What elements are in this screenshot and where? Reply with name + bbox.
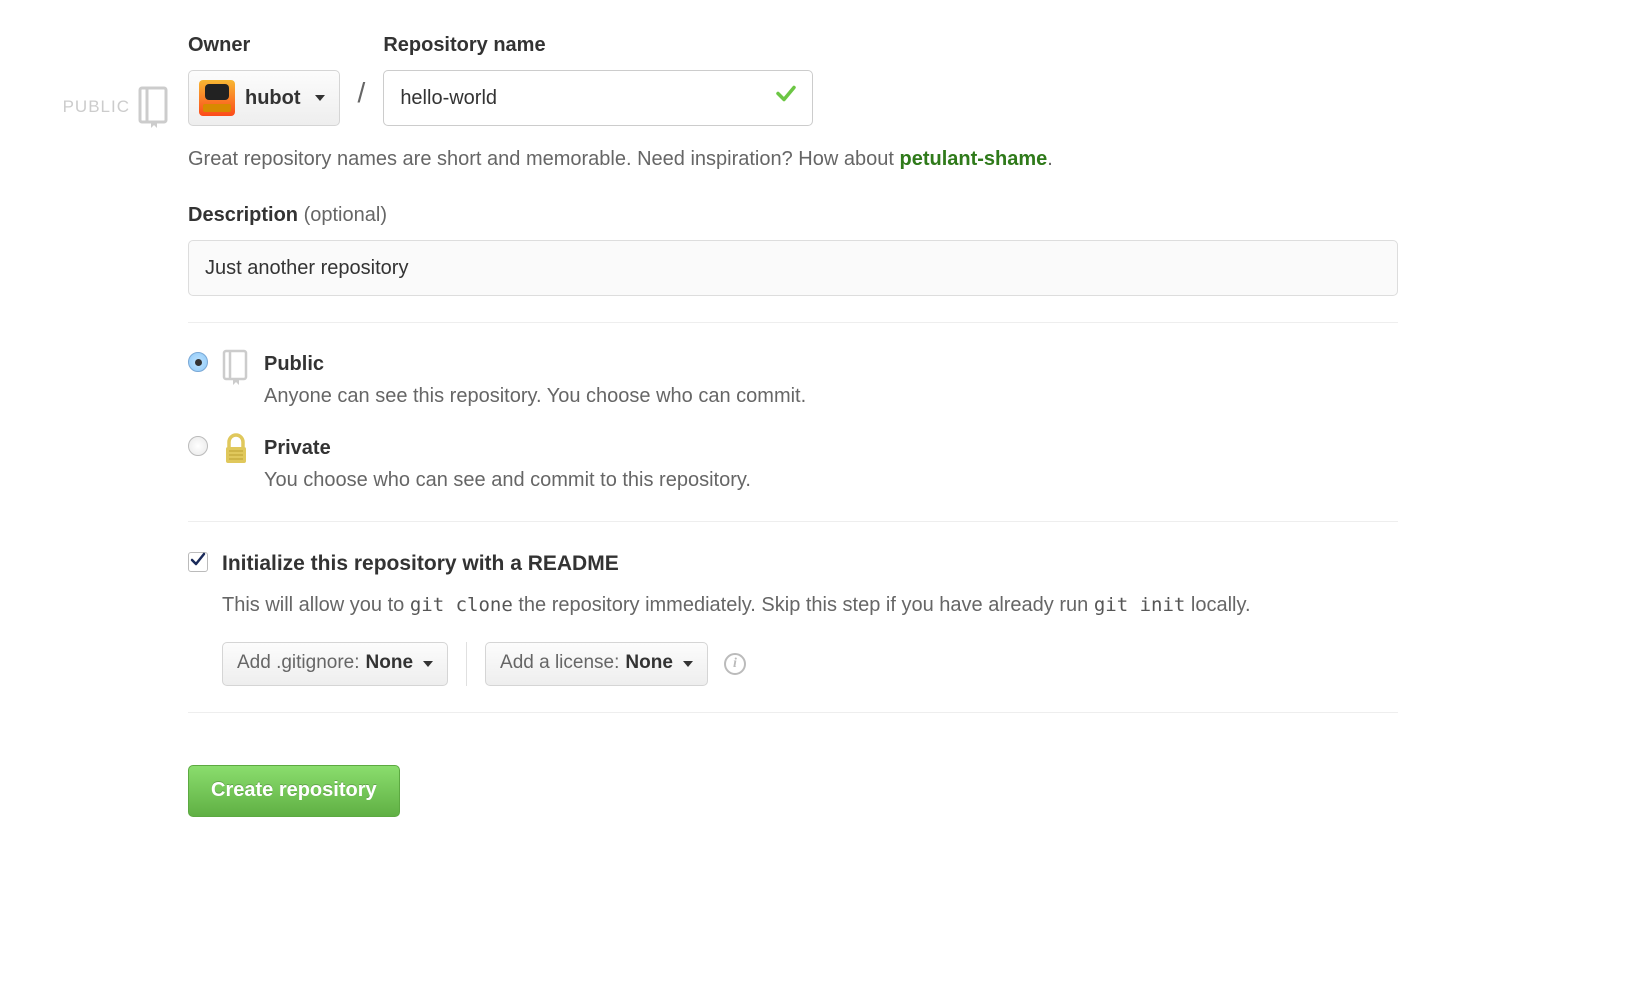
gitignore-value: None [366, 649, 414, 678]
repo-name-hint: Great repository names are short and mem… [188, 144, 1398, 174]
lock-icon [220, 433, 252, 465]
divider [188, 322, 1398, 323]
divider [188, 712, 1398, 713]
repo-name-input[interactable] [383, 70, 813, 126]
gitignore-label: Add .gitignore: [237, 649, 360, 678]
public-desc: Anyone can see this repository. You choo… [264, 381, 1398, 411]
chevron-down-icon [683, 661, 693, 667]
owner-avatar [199, 80, 235, 116]
owner-name: hubot [245, 83, 301, 113]
public-label-text: PUBLIC [63, 94, 130, 120]
check-icon [190, 547, 206, 577]
readme-desc: This will allow you to git clone the rep… [222, 590, 1398, 620]
private-desc: You choose who can see and commit to thi… [264, 465, 1398, 495]
license-label: Add a license: [500, 649, 619, 678]
private-title: Private [264, 433, 1398, 463]
license-select[interactable]: Add a license: None [485, 642, 708, 686]
chevron-down-icon [423, 661, 433, 667]
gitignore-select[interactable]: Add .gitignore: None [222, 642, 448, 686]
public-radio[interactable] [188, 352, 208, 372]
readme-title: Initialize this repository with a README [222, 548, 619, 580]
readme-checkbox-row[interactable]: Initialize this repository with a README [188, 548, 1398, 580]
hint-suffix: . [1047, 148, 1053, 170]
description-optional: (optional) [304, 204, 387, 226]
init-code: git init [1094, 594, 1186, 616]
vertical-divider [466, 642, 467, 686]
checkmark-icon [775, 83, 797, 114]
repo-name-label: Repository name [383, 30, 813, 60]
public-label-badge: PUBLIC [63, 86, 172, 128]
owner-select[interactable]: hubot [188, 70, 340, 126]
readme-checkbox[interactable] [188, 552, 208, 572]
license-value: None [625, 649, 673, 678]
clone-code: git clone [410, 594, 513, 616]
sidebar: PUBLIC [20, 30, 188, 817]
slash-separator: / [340, 72, 384, 126]
owner-field: Owner hubot [188, 30, 340, 126]
visibility-public-option[interactable]: Public Anyone can see this repository. Y… [188, 349, 1398, 411]
divider [188, 521, 1398, 522]
public-repo-icon [220, 349, 252, 385]
description-input[interactable] [188, 240, 1398, 296]
owner-label: Owner [188, 30, 340, 60]
name-suggestion-link[interactable]: petulant-shame [899, 148, 1047, 170]
repo-icon [138, 86, 172, 128]
chevron-down-icon [315, 95, 325, 101]
repo-name-field: Repository name [383, 30, 813, 126]
create-repository-button[interactable]: Create repository [188, 765, 400, 817]
info-icon[interactable]: i [724, 653, 746, 675]
private-radio[interactable] [188, 436, 208, 456]
visibility-private-option[interactable]: Private You choose who can see and commi… [188, 433, 1398, 495]
description-label: Description [188, 204, 298, 226]
main-form: Owner hubot / Repository name Grea [188, 30, 1398, 817]
hint-prefix: Great repository names are short and mem… [188, 148, 899, 170]
public-title: Public [264, 349, 1398, 379]
